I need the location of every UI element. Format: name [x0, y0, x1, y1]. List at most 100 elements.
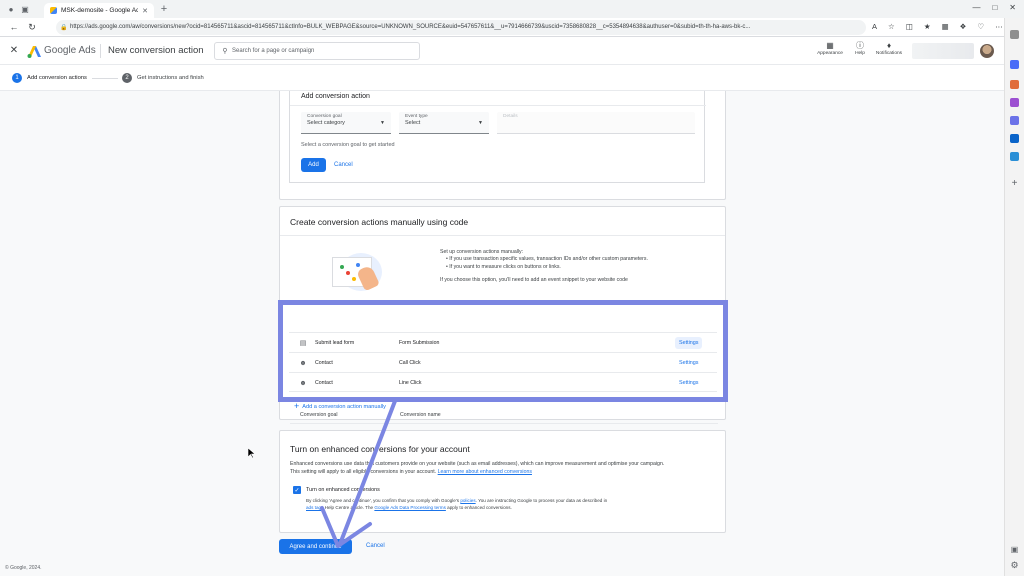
header-action-help[interactable]: ⓘ Help: [850, 41, 870, 56]
new-tab-button[interactable]: +: [158, 3, 170, 15]
illustration-dot-yellow: [352, 277, 356, 281]
search-input[interactable]: Search for a page or campaign: [232, 48, 314, 54]
header-action-notifications[interactable]: ♦ Notifications: [872, 41, 906, 56]
people-icon[interactable]: [1010, 98, 1019, 107]
setup-bullet-2: • If you want to measure clicks on butto…: [446, 263, 561, 270]
reload-icon[interactable]: ↻: [26, 21, 38, 33]
outlook-icon[interactable]: [1010, 134, 1019, 143]
header-divider: [100, 44, 101, 58]
add-sidebar-icon[interactable]: +: [1009, 178, 1020, 189]
read-aloud-icon[interactable]: A: [872, 22, 877, 31]
close-window-icon[interactable]: ✕: [1009, 3, 1016, 12]
add-button[interactable]: Add: [301, 158, 326, 172]
illustration-dot-blue: [356, 263, 360, 267]
event-type-label: Event type: [405, 114, 428, 119]
browser-sidebar: + ▣ ⚙: [1004, 18, 1024, 576]
conversion-goal-value: Select category: [307, 120, 345, 126]
page-title: New conversion action: [108, 45, 204, 56]
step-1-number: 1: [12, 73, 22, 83]
copilot-app-icon[interactable]: [1010, 116, 1019, 125]
conversion-goal-label: Conversion goal: [307, 114, 342, 119]
browser-tab[interactable]: MSK-demosite - Google Ads ✕: [44, 3, 154, 18]
highlight-box: [278, 300, 728, 402]
illustration-dot-green: [340, 265, 344, 269]
step-2-number: 2: [122, 73, 132, 83]
dropdown-arrow-icon: ▼: [380, 120, 385, 126]
setup-intro: Set up conversion actions manually:: [440, 249, 524, 255]
details-label: Details: [503, 114, 518, 119]
help-icon: ⓘ: [856, 41, 864, 50]
step-1[interactable]: 1 Add conversion actions: [12, 73, 87, 83]
select-goal-hint: Select a conversion goal to get started: [301, 142, 395, 148]
snippet-note: If you choose this option, you'll need t…: [440, 276, 628, 283]
step-1-label: Add conversion actions: [27, 75, 87, 81]
search-box[interactable]: ⚲ Search for a page or campaign: [214, 42, 420, 60]
dropdown-arrow-icon: ▼: [478, 120, 483, 126]
step-progress-bar: 1 Add conversion actions 2 Get instructi…: [0, 65, 1004, 91]
policies-link[interactable]: policies: [460, 498, 475, 503]
browser-tab-bar: ● ▣ MSK-demosite - Google Ads ✕ + — □ ✕: [0, 0, 1024, 18]
search-icon[interactable]: [1010, 30, 1019, 39]
cancel-add-link[interactable]: Cancel: [334, 162, 353, 168]
browser-essentials-icon[interactable]: ♡: [977, 22, 984, 31]
tag-icon[interactable]: [1010, 60, 1019, 69]
account-info-blurred[interactable]: [912, 43, 974, 59]
avatar[interactable]: [980, 44, 994, 58]
manual-card-divider: [280, 235, 725, 236]
games-icon[interactable]: [1010, 152, 1019, 161]
shopping-icon[interactable]: [1010, 80, 1019, 89]
expand-sidebar-icon[interactable]: ▣: [1009, 544, 1020, 555]
browser-toolbar-icons: A ☆ ◫ ★ ▦ ❖ ♡ ⋯: [872, 22, 1003, 31]
favorite-icon[interactable]: ☆: [888, 22, 895, 31]
mouse-cursor-icon: [247, 445, 256, 463]
url-text: https://ads.google.com/aw/conversions/ne…: [70, 24, 751, 30]
profile-icon[interactable]: ●: [6, 4, 16, 14]
close-tab-icon[interactable]: ✕: [142, 7, 148, 15]
close-icon[interactable]: ✕: [8, 44, 20, 56]
more-icon[interactable]: ⋯: [995, 22, 1003, 31]
add-conversion-title: Add conversion action: [301, 93, 370, 100]
step-2[interactable]: 2 Get instructions and finish: [122, 73, 204, 83]
search-icon: ⚲: [222, 48, 228, 55]
split-screen-icon[interactable]: ◫: [906, 22, 913, 31]
url-field[interactable]: https://ads.google.com/aw/conversions/ne…: [56, 20, 866, 35]
illustration-dot-red: [346, 271, 350, 275]
collections-icon[interactable]: ▦: [942, 22, 949, 31]
sidebar-settings-icon[interactable]: ⚙: [1009, 560, 1020, 571]
google-ads-favicon-icon: [50, 7, 57, 14]
tab-title: MSK-demosite - Google Ads: [61, 7, 139, 14]
address-bar: ← ↻ https://ads.google.com/aw/conversion…: [0, 18, 1024, 37]
manual-card-title: Create conversion actions manually using…: [290, 217, 469, 227]
extensions-icon[interactable]: ❖: [960, 22, 967, 31]
step-connector: [92, 78, 118, 79]
consent-line-2c: apply to enhanced conversions.: [447, 505, 512, 510]
bell-icon: ♦: [886, 41, 892, 50]
main-content: Add conversion action Conversion goal Se…: [0, 91, 1004, 576]
event-type-select[interactable]: Event type Select ▼: [399, 112, 489, 134]
annotation-arrow: [320, 399, 397, 548]
setup-bullet-1: • If you use transaction specific values…: [446, 256, 648, 263]
google-ads-logo-icon: [27, 45, 41, 58]
setup-bullet-2-text: If you want to measure clicks on buttons…: [449, 263, 561, 270]
back-icon[interactable]: ←: [8, 21, 20, 33]
tab-actions-icon[interactable]: ▣: [20, 4, 30, 14]
code-illustration: [332, 253, 384, 293]
setup-bullet-1-text: If you use transaction specific values, …: [449, 256, 648, 263]
add-conversion-card: Add conversion action Conversion goal Se…: [279, 91, 726, 200]
step-2-label: Get instructions and finish: [137, 75, 204, 81]
conversion-goal-select[interactable]: Conversion goal Select category ▼: [301, 112, 391, 134]
notifications-label: Notifications: [875, 51, 903, 56]
copyright: © Google, 2024.: [5, 565, 42, 571]
maximize-icon[interactable]: □: [992, 3, 997, 12]
ads-header: ✕ Google Ads New conversion action ⚲ Sea…: [0, 37, 1004, 65]
manual-setup-description: Set up conversion actions manually: • If…: [440, 249, 720, 284]
learn-more-link[interactable]: Learn more about enhanced conversions: [438, 469, 532, 475]
add-conversion-divider: [290, 105, 706, 106]
add-conversion-inner: Add conversion action Conversion goal Se…: [289, 91, 706, 183]
lock-icon: 🔒: [60, 24, 68, 31]
appearance-icon: ▦: [826, 41, 834, 50]
minimize-icon[interactable]: —: [972, 3, 980, 12]
favorites-bar-icon[interactable]: ★: [924, 22, 931, 31]
appearance-label: Appearance: [817, 51, 843, 56]
header-action-appearance[interactable]: ▦ Appearance: [815, 41, 845, 56]
